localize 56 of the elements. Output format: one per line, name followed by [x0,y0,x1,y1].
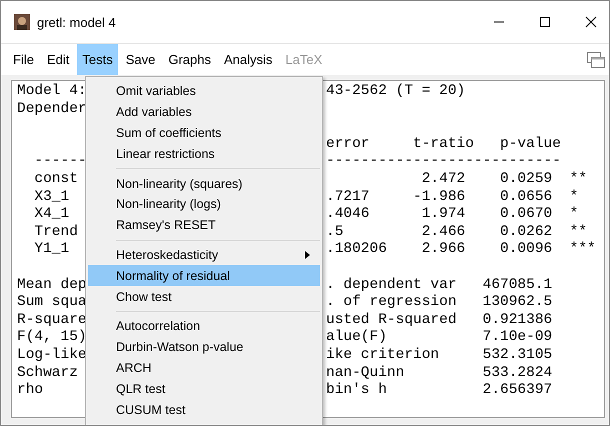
output-text: 2.472 0.0259 ** [420,170,588,187]
output-text: ------ [33,153,87,170]
output-text: .7217 -1.986 0.0656 * [326,188,578,205]
output-text: Sum squa [17,294,87,310]
menu-option[interactable]: ARCH [88,358,320,378]
output-text: Mean dep [17,276,87,293]
menu-option[interactable]: Chow test [88,286,320,307]
output-text: Log-like [17,346,87,363]
menu-item[interactable]: Tests [77,44,118,75]
menu-item[interactable]: Edit [42,44,74,75]
output-text: const [33,170,78,187]
menu-option[interactable]: QLR test [88,378,320,400]
output-text: Depender [17,100,87,117]
maximize-icon[interactable] [539,16,551,28]
output-text: alue(F) 7.10e-09 [326,329,552,346]
menu-option[interactable]: CUSUM test [88,399,320,420]
menu-option[interactable]: Omit variables [88,81,320,102]
output-text: usted R-squared 0.921386 [326,312,552,328]
menu-option[interactable]: Non-linearity (squares) [88,173,320,194]
output-text: Model 4: [17,83,87,99]
menu-option[interactable]: Ramsey's RESET [88,214,320,236]
menu-item[interactable]: Graphs [163,44,216,75]
menu-item[interactable]: Analysis [218,44,278,75]
output-text: ike criterion 532.3105 [326,346,552,363]
output-text: .180206 2.966 0.0096 *** [326,241,596,258]
output-text: nan-Quinn 533.2824 [326,364,552,380]
output-text: 43-2562 (T = 20) [326,83,466,99]
output-text: Schwarz [17,364,78,380]
output-text: --------------------------- [326,153,561,170]
output-text: F(4, 15) [17,329,87,346]
menu-option[interactable]: Sum of coefficients [88,122,320,144]
output-text: error t-ratio p-value [326,136,561,152]
close-icon[interactable] [585,16,597,28]
output-text: R-square [17,312,87,328]
output-text: Y1_1 [33,241,70,258]
menu-option[interactable]: Add variables [88,102,320,123]
menu-item[interactable]: File [8,44,39,75]
menu-item[interactable]: Save [120,44,160,75]
output-text: Trend [33,224,78,240]
output-text: . of regression 130962.5 [326,294,552,310]
menu-option[interactable]: Heteroskedasticity [88,244,320,266]
app-icon [14,14,30,30]
menu-option[interactable]: Non-linearity (logs) [88,194,320,215]
output-text: X3_1 [33,188,70,205]
windows-icon[interactable] [587,52,605,68]
output-text: bin's h 2.656397 [326,382,552,398]
output-text: .4046 1.974 0.0670 * [326,206,578,222]
menu-option[interactable]: Autocorrelation [88,316,320,337]
output-text: . dependent var 467085.1 [326,276,552,293]
menu-option[interactable]: Normality of residual [88,265,320,286]
output-text: X4_1 [33,206,70,222]
window-title: gretl: model 4 [37,14,116,30]
output-text: rho [17,382,44,398]
menu-option[interactable]: Linear restrictions [88,143,320,164]
output-text: .5 2.466 0.0262 ** [326,224,588,240]
menu-option[interactable]: Durbin-Watson p-value [88,336,320,358]
